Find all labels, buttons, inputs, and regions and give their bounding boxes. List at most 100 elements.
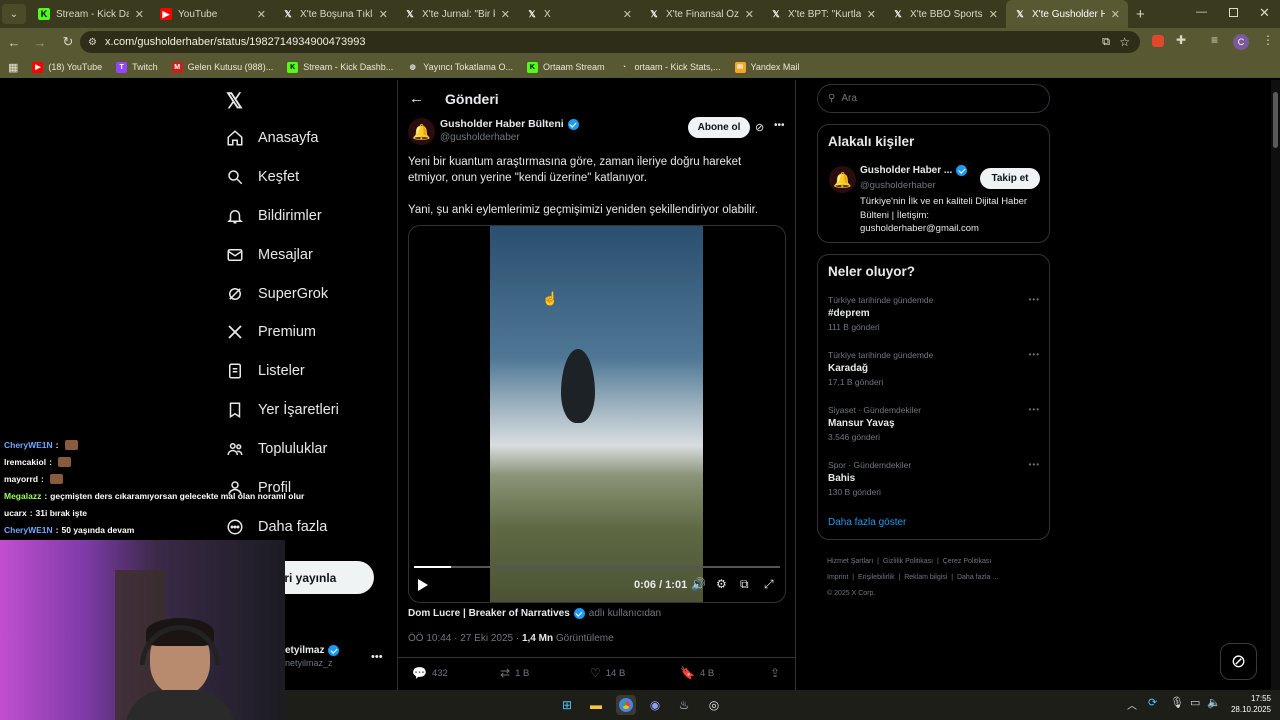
apps-grid-icon[interactable]: ▦ <box>8 61 18 74</box>
like-button[interactable]: ♡ 14 B <box>590 666 680 680</box>
nav-item-bookmark[interactable]: Yer İşaretleri <box>226 401 339 419</box>
grok-floating-button[interactable]: ⊘ <box>1220 643 1257 680</box>
tab-close-icon[interactable]: ✕ <box>135 8 144 21</box>
browser-tab[interactable]: 𝕏 X'te Boşuna Tıklama: ✕ <box>274 0 396 28</box>
post-timestamp[interactable]: ÖÖ 10:44 · 27 Eki 2025 · <box>408 633 522 644</box>
x-logo[interactable]: 𝕏 <box>226 89 243 114</box>
settings-gear-icon[interactable]: ⚙ <box>716 577 727 591</box>
trend-item[interactable]: Türkiye tarihinde gündemde Karadağ 17,1 B … <box>828 350 1040 387</box>
footer-link[interactable]: Gizlilik Politikası <box>883 558 933 565</box>
tab-close-icon[interactable]: ✕ <box>257 8 266 21</box>
trend-item[interactable]: Türkiye tarihinde gündemde #deprem 111 B g… <box>828 295 1040 332</box>
page-scrollbar[interactable] <box>1271 80 1280 690</box>
volume-icon[interactable]: 🔊 <box>691 577 706 591</box>
repost-button[interactable]: ⇄ 1 B <box>500 666 590 680</box>
bookmark-item[interactable]: T Twitch <box>116 61 158 73</box>
tray-network-icon[interactable]: ▭ <box>1190 696 1200 709</box>
trend-more-icon[interactable]: ••• <box>1029 460 1040 469</box>
trend-more-icon[interactable]: ••• <box>1029 405 1040 414</box>
share-icon[interactable]: ⇪ <box>770 666 780 680</box>
nav-item-communities[interactable]: Topluluklar <box>226 440 327 458</box>
forward-button[interactable]: → <box>30 32 50 52</box>
tab-close-icon[interactable]: ✕ <box>1111 8 1120 21</box>
tab-close-icon[interactable]: ✕ <box>623 8 632 21</box>
show-more-link[interactable]: Daha fazla göster <box>828 517 906 528</box>
tab-close-icon[interactable]: ✕ <box>501 8 510 21</box>
tray-sync-icon[interactable]: ⟳ <box>1148 696 1157 709</box>
nav-item-mail[interactable]: Mesajlar <box>226 246 313 264</box>
steam-icon[interactable]: ♨ <box>674 695 694 715</box>
browser-tab[interactable]: 𝕏 X'te Gusholder Habe ✕ <box>1006 0 1128 28</box>
tray-mic-icon[interactable]: 🎙 <box>1170 696 1184 709</box>
fullscreen-icon[interactable]: ⤢ <box>764 577 774 592</box>
attribution-name[interactable]: Dom Lucre | Breaker of Narratives <box>408 608 570 619</box>
bookmark-item[interactable]: ◔ ortaam - Kick Stats,... <box>618 62 721 73</box>
nav-item-more[interactable]: Daha fazla <box>226 518 327 536</box>
file-explorer-icon[interactable]: ▬ <box>586 695 606 715</box>
account-switcher[interactable]: etyilmaz netyilmaz_z ••• <box>285 645 385 675</box>
post-more-icon[interactable]: ••• <box>774 120 785 131</box>
discord-icon[interactable]: ◉ <box>645 695 665 715</box>
author-avatar[interactable]: 🔔 <box>408 118 435 145</box>
footer-link[interactable]: Erişilebilirlik <box>858 574 895 581</box>
follow-button[interactable]: Takip et <box>980 168 1040 189</box>
chrome-icon[interactable] <box>616 695 636 715</box>
browser-tab[interactable]: 𝕏 X'te Jurnal: "Bir kadın ✕ <box>396 0 518 28</box>
nav-item-grok[interactable]: SuperGrok <box>226 285 328 303</box>
profile-avatar[interactable]: C <box>1233 34 1249 50</box>
search-input[interactable]: ⚲ Ara <box>817 84 1050 113</box>
browser-tab[interactable]: K Stream - Kick Dashbo ✕ <box>30 0 152 28</box>
video-player[interactable]: ☝ 0:06 / 1:01 🔊 ⚙ ⧉ ⤢ <box>408 225 786 603</box>
nav-item-search[interactable]: Keşfet <box>226 168 299 186</box>
install-app-icon[interactable]: ⧉ <box>1102 36 1110 49</box>
tab-close-icon[interactable]: ✕ <box>379 8 388 21</box>
footer-link[interactable]: Imprint <box>827 574 848 581</box>
bookmark-item[interactable]: ▶ (18) YouTube <box>32 61 102 73</box>
author-handle[interactable]: @gusholderhaber <box>440 132 520 143</box>
related-name[interactable]: Gusholder Haber ... <box>860 165 952 176</box>
nav-item-home[interactable]: Anasayfa <box>226 129 318 147</box>
trend-item[interactable]: Spor · Gündemdekiler Bahis 130 B gönderi ••… <box>828 460 1040 497</box>
close-window-button[interactable]: ✕ <box>1259 5 1270 21</box>
site-info-icon[interactable]: ⚙ <box>88 37 97 48</box>
new-tab-button[interactable]: + <box>1136 6 1145 23</box>
extensions-puzzle-icon[interactable]: ✚ <box>1176 33 1186 47</box>
subscribe-button[interactable]: Abone ol <box>688 117 750 138</box>
restore-window-button[interactable] <box>1229 8 1238 17</box>
reply-button[interactable]: 💬 432 <box>412 666 500 680</box>
related-avatar[interactable]: 🔔 <box>829 166 856 193</box>
bookmark-item[interactable]: K Stream - Kick Dashb... <box>287 61 393 73</box>
tray-chevron-icon[interactable]: ︿ <box>1127 697 1137 712</box>
nav-item-x[interactable]: Premium <box>226 323 316 341</box>
bookmark-star-icon[interactable]: ☆ <box>1119 35 1130 49</box>
bookmark-button[interactable]: 🔖 4 B <box>680 666 770 680</box>
tray-volume-icon[interactable]: 🔈 <box>1207 696 1221 709</box>
browser-tab[interactable]: 𝕏 X ✕ <box>518 0 640 28</box>
tab-list-button[interactable]: ⌄ <box>2 4 26 24</box>
account-more-icon[interactable]: ••• <box>371 651 383 663</box>
trend-more-icon[interactable]: ••• <box>1029 350 1040 359</box>
grok-icon[interactable]: ⊘ <box>755 121 764 134</box>
browser-tab[interactable]: 𝕏 X'te BBO Sports: "Can ✕ <box>884 0 1006 28</box>
picture-in-picture-icon[interactable]: ⧉ <box>740 577 749 592</box>
bookmark-item[interactable]: ◍ Yayıncı Tokatlama O... <box>407 62 513 73</box>
footer-link[interactable]: Daha fazla ... <box>957 574 998 581</box>
start-button[interactable]: ⊞ <box>557 695 577 715</box>
back-button[interactable]: ← <box>4 32 24 52</box>
video-progress-track[interactable] <box>414 566 780 568</box>
tab-close-icon[interactable]: ✕ <box>989 8 998 21</box>
author-name[interactable]: Gusholder Haber Bülteni <box>440 118 564 130</box>
browser-menu-icon[interactable]: ⋮ <box>1262 33 1274 47</box>
play-button[interactable] <box>418 579 428 591</box>
extension-icon[interactable] <box>1152 35 1164 47</box>
obs-icon[interactable]: ◎ <box>704 695 724 715</box>
trend-more-icon[interactable]: ••• <box>1029 295 1040 304</box>
media-controls-icon[interactable]: ≡ <box>1211 33 1218 47</box>
footer-link[interactable]: Hizmet Şartları <box>827 558 873 565</box>
nav-item-list[interactable]: Listeler <box>226 362 305 380</box>
trend-item[interactable]: Siyaset · Gündemdekiler Mansur Yavaş 3.546… <box>828 405 1040 442</box>
taskbar-clock[interactable]: 17:55 28.10.2025 <box>1227 693 1271 715</box>
back-arrow-icon[interactable]: ← <box>409 90 424 107</box>
tab-close-icon[interactable]: ✕ <box>745 8 754 21</box>
omnibox[interactable]: ⚙ x.com/gusholderhaber/status/1982714934… <box>80 31 1140 53</box>
